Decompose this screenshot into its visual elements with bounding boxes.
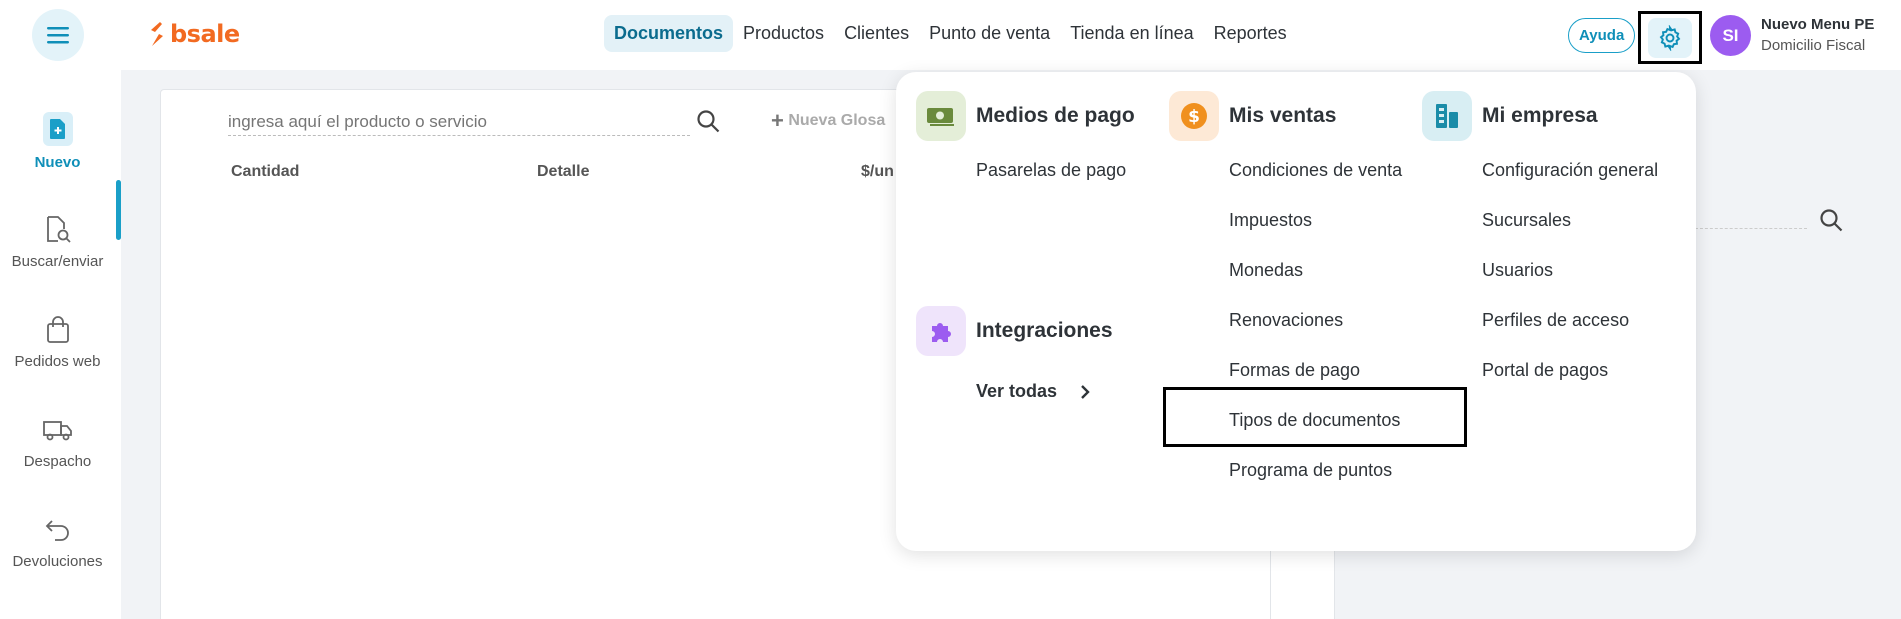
money-icon [916,91,966,141]
bsale-logo-icon [151,22,163,46]
new-glosa-button[interactable]: + Nueva Glosa [771,108,885,134]
menu-item-usuarios[interactable]: Usuarios [1482,260,1553,281]
help-button[interactable]: Ayuda [1568,18,1636,53]
new-document-icon [42,112,73,146]
user-subtitle: Domicilio Fiscal [1761,37,1866,54]
menu-item-portal-de-pagos[interactable]: Portal de pagos [1482,360,1608,381]
settings-button[interactable] [1638,11,1702,64]
user-name[interactable]: Nuevo Menu PE [1761,16,1874,33]
client-search-input[interactable] [1695,228,1807,229]
menu-item-condiciones-de-venta[interactable]: Condiciones de venta [1229,160,1402,181]
ver-todas-link[interactable]: Ver todas [976,381,1091,402]
main-nav: Documentos Productos Clientes Punto de v… [604,15,1297,52]
nav-reportes[interactable]: Reportes [1204,15,1297,52]
section-title-medios-de-pago: Medios de pago [976,104,1135,127]
sidebar-item-nuevo[interactable]: Nuevo [0,112,115,171]
sidebar: Nuevo Buscar/enviar Pedidos web Despacho… [0,70,121,619]
bsale-logo[interactable]: bsale [148,20,240,48]
column-header-cantidad: Cantidad [231,163,300,180]
product-search-input[interactable] [228,108,690,136]
avatar[interactable]: SI [1710,15,1751,56]
gear-icon [1659,24,1681,51]
nav-tienda-en-linea[interactable]: Tienda en línea [1060,15,1203,52]
column-header-price: $/un [861,163,894,180]
search-icon[interactable] [1818,207,1846,235]
shopping-bag-icon [46,316,69,343]
menu-item-formas-de-pago[interactable]: Formas de pago [1229,360,1360,381]
new-glosa-label: Nueva Glosa [788,112,886,130]
sidebar-item-label: Nuevo [34,154,81,171]
section-title-mis-ventas: Mis ventas [1229,104,1337,127]
section-title-integraciones: Integraciones [976,319,1113,342]
return-arrow-icon [45,520,69,541]
section-title-mi-empresa: Mi empresa [1482,104,1598,127]
search-document-icon [46,216,71,243]
menu-item-perfiles-de-acceso[interactable]: Perfiles de acceso [1482,310,1629,331]
sidebar-item-devoluciones[interactable]: Devoluciones [0,515,115,570]
svg-text:$: $ [1188,107,1200,127]
sidebar-item-buscar[interactable]: Buscar/enviar [0,215,115,270]
menu-item-renovaciones[interactable]: Renovaciones [1229,310,1343,331]
sidebar-item-label: Buscar/enviar [11,253,104,270]
menu-button[interactable] [32,9,84,61]
sidebar-item-label: Despacho [23,453,92,470]
sidebar-item-label: Devoluciones [12,553,103,570]
truck-icon [42,421,72,441]
nav-documentos[interactable]: Documentos [604,15,734,52]
puzzle-icon [916,306,966,356]
dollar-coin-icon: $ [1169,91,1219,141]
menu-item-sucursales[interactable]: Sucursales [1482,210,1571,231]
nav-punto-de-venta[interactable]: Punto de venta [919,15,1060,52]
sidebar-item-label: Pedidos web [14,353,101,370]
sidebar-item-despacho[interactable]: Despacho [0,415,115,470]
logo-text: bsale [170,20,240,48]
menu-item-configuracion-general[interactable]: Configuración general [1482,160,1658,181]
menu-item-monedas[interactable]: Monedas [1229,260,1303,281]
menu-item-tipos-de-documentos[interactable]: Tipos de documentos [1229,410,1400,431]
nav-productos[interactable]: Productos [733,15,834,52]
menu-item-impuestos[interactable]: Impuestos [1229,210,1312,231]
hamburger-icon [47,27,69,44]
search-icon[interactable] [695,108,723,136]
building-icon [1422,91,1472,141]
ver-todas-label: Ver todas [976,381,1058,401]
chevron-right-icon [1081,384,1090,399]
sidebar-item-pedidos-web[interactable]: Pedidos web [0,315,115,370]
column-header-detalle: Detalle [537,163,590,180]
plus-icon: + [771,108,784,133]
top-bar: bsale Documentos Productos Clientes Punt… [0,0,1901,70]
sidebar-active-indicator [116,180,121,240]
menu-item-pasarelas-de-pago[interactable]: Pasarelas de pago [976,160,1126,181]
menu-item-programa-de-puntos[interactable]: Programa de puntos [1229,460,1392,481]
nav-clientes[interactable]: Clientes [834,15,919,52]
